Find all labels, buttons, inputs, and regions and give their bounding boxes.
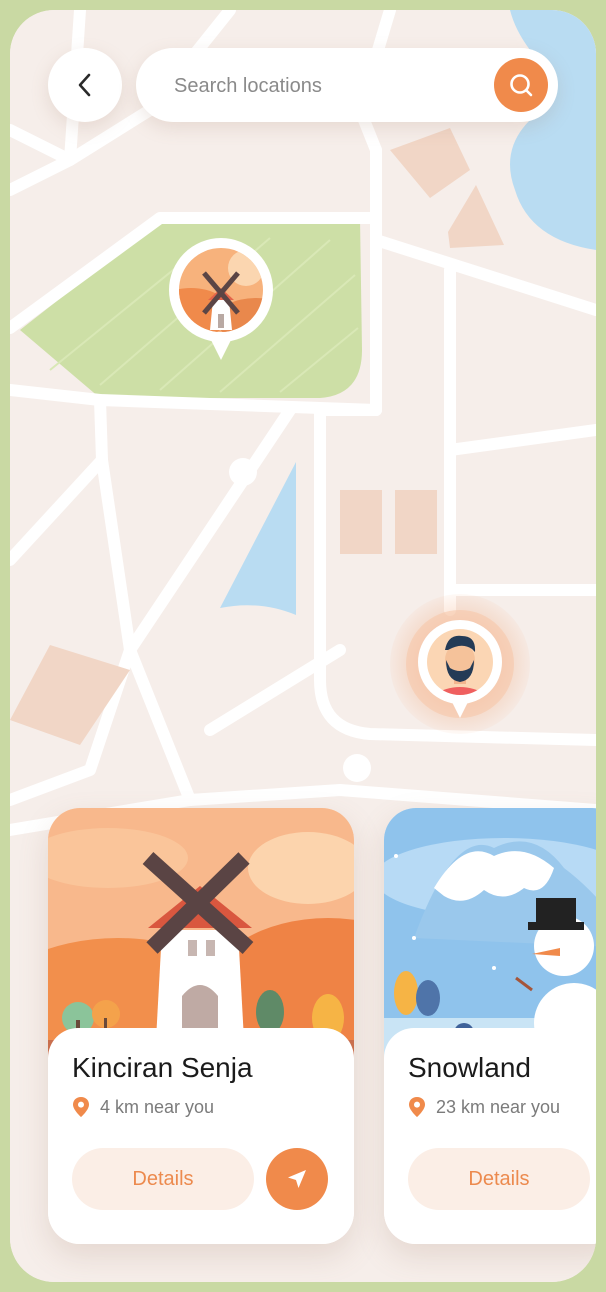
card-title: Snowland (408, 1052, 531, 1083)
location-pin-icon (73, 1097, 89, 1117)
search-input[interactable] (172, 70, 476, 102)
card-body: Snowland 23 km near you Details (384, 1028, 596, 1244)
search-icon (510, 74, 533, 97)
navigate-button[interactable] (266, 1148, 328, 1210)
navigation-arrow-icon (288, 1170, 306, 1188)
back-button[interactable] (48, 48, 122, 122)
distance-text: 23 km near you (436, 1096, 561, 1117)
user-location-pin[interactable] (388, 594, 532, 738)
details-button[interactable]: Details (408, 1148, 590, 1210)
card-distance: 4 km near you (72, 1096, 214, 1118)
search-button[interactable] (494, 58, 548, 112)
location-card[interactable]: Kinciran Senja 4 km near you Details (48, 808, 354, 1244)
location-card[interactable]: Snowland 23 km near you Details (384, 808, 596, 1244)
details-button[interactable]: Details (72, 1148, 254, 1210)
windmill-sunset-illustration (48, 808, 354, 1058)
location-pin-icon (409, 1097, 425, 1117)
phone-screen: Kinciran Senja 4 km near you Details (10, 10, 596, 1282)
snowman-winter-illustration (384, 808, 596, 1058)
card-title: Kinciran Senja (72, 1052, 253, 1083)
search-bar (136, 48, 558, 122)
chevron-left-icon (78, 73, 91, 97)
distance-text: 4 km near you (100, 1096, 215, 1117)
windmill-location-pin[interactable] (166, 238, 276, 362)
card-body: Kinciran Senja 4 km near you Details (48, 1028, 354, 1244)
card-distance: 23 km near you (408, 1096, 560, 1118)
